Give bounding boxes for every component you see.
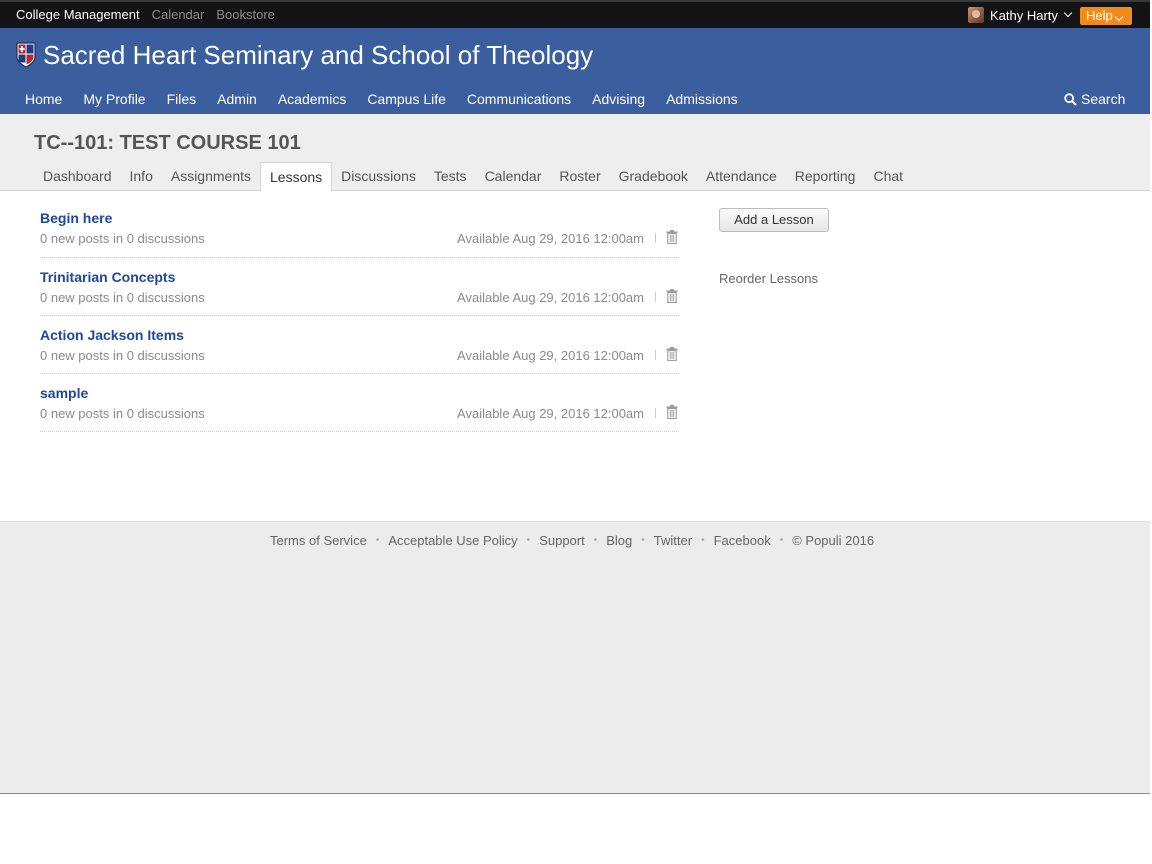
separator-dot: •: [375, 535, 380, 546]
lesson-title-link[interactable]: sample: [40, 385, 88, 401]
lesson-title-link[interactable]: Begin here: [40, 210, 112, 226]
page: College Management Calendar Bookstore Ka…: [0, 0, 1150, 864]
nav-admin[interactable]: Admin: [217, 91, 257, 107]
top-links: College Management Calendar Bookstore: [16, 7, 275, 22]
footer: Terms of Service • Acceptable Use Policy…: [0, 521, 1150, 794]
school-crest-icon: [16, 42, 36, 68]
nav-my-profile[interactable]: My Profile: [83, 91, 145, 107]
nav-academics[interactable]: Academics: [278, 91, 346, 107]
site-header: Sacred Heart Seminary and School of Theo…: [0, 28, 1150, 114]
footer-link-twitter[interactable]: Twitter: [654, 533, 692, 548]
nav-admissions[interactable]: Admissions: [666, 91, 738, 107]
tab-tests[interactable]: Tests: [425, 162, 476, 191]
separator-dot: •: [526, 535, 531, 546]
chevron-down-icon: [1114, 12, 1123, 22]
main-nav: Home My Profile Files Admin Academics Ca…: [25, 91, 738, 107]
lesson-availability: Available Aug 29, 2016 12:00am: [457, 348, 644, 363]
nav-home[interactable]: Home: [25, 91, 62, 107]
footer-link-terms[interactable]: Terms of Service: [270, 533, 367, 548]
tab-dashboard[interactable]: Dashboard: [34, 162, 121, 191]
lesson-title-link[interactable]: Trinitarian Concepts: [40, 269, 175, 285]
tab-discussions[interactable]: Discussions: [332, 162, 425, 191]
search-icon: [1064, 92, 1077, 106]
lesson-availability: Available Aug 29, 2016 12:00am: [457, 231, 644, 246]
lesson-availability: Available Aug 29, 2016 12:00am: [457, 290, 644, 305]
trash-icon[interactable]: [666, 405, 678, 419]
user-name: Kathy Harty: [990, 7, 1058, 23]
divider: [655, 233, 656, 243]
footer-link-blog[interactable]: Blog: [606, 533, 632, 548]
divider: [655, 408, 656, 418]
tab-reporting[interactable]: Reporting: [786, 162, 865, 191]
top-link-bookstore[interactable]: Bookstore: [216, 7, 275, 22]
lesson-posts: 0 new posts in 0 discussions: [40, 348, 205, 363]
lesson-posts: 0 new posts in 0 discussions: [40, 231, 205, 246]
lesson-availability: Available Aug 29, 2016 12:00am: [457, 406, 644, 421]
avatar: [968, 7, 984, 23]
help-button[interactable]: Help: [1080, 7, 1132, 25]
lesson-posts: 0 new posts in 0 discussions: [40, 406, 205, 421]
trash-icon[interactable]: [666, 289, 678, 303]
footer-link-facebook[interactable]: Facebook: [714, 533, 771, 548]
add-lesson-button[interactable]: Add a Lesson: [719, 208, 829, 232]
divider: [655, 292, 656, 302]
tab-assignments[interactable]: Assignments: [162, 162, 260, 191]
search-link[interactable]: Search: [1064, 91, 1125, 107]
lesson-posts: 0 new posts in 0 discussions: [40, 290, 205, 305]
list-item: Begin here 0 new posts in 0 discussions …: [40, 208, 679, 258]
trash-icon[interactable]: [666, 347, 678, 361]
nav-campus-life[interactable]: Campus Life: [367, 91, 446, 107]
list-item: sample 0 new posts in 0 discussions Avai…: [40, 374, 679, 432]
footer-link-support[interactable]: Support: [539, 533, 585, 548]
tab-attendance[interactable]: Attendance: [697, 162, 786, 191]
search-label: Search: [1081, 91, 1126, 107]
course-tabs: Dashboard Info Assignments Lessons Discu…: [34, 162, 912, 192]
list-item: Action Jackson Items 0 new posts in 0 di…: [40, 316, 679, 374]
course-header: TC--101: TEST COURSE 101 Dashboard Info …: [0, 114, 1150, 192]
course-title: TC--101: TEST COURSE 101: [34, 132, 301, 154]
list-item: Trinitarian Concepts 0 new posts in 0 di…: [40, 258, 679, 316]
footer-link-aup[interactable]: Acceptable Use Policy: [388, 533, 517, 548]
tab-chat[interactable]: Chat: [864, 162, 912, 191]
tab-gradebook[interactable]: Gradebook: [610, 162, 697, 191]
user-menu[interactable]: Kathy Harty: [968, 7, 1073, 23]
tab-lessons[interactable]: Lessons: [260, 162, 333, 192]
lesson-title-link[interactable]: Action Jackson Items: [40, 327, 184, 343]
reorder-lessons-link[interactable]: Reorder Lessons: [719, 271, 818, 286]
top-link-calendar[interactable]: Calendar: [152, 7, 205, 22]
tab-info[interactable]: Info: [121, 162, 162, 191]
separator-dot: •: [701, 535, 705, 546]
separator-dot: •: [593, 535, 598, 546]
nav-advising[interactable]: Advising: [592, 91, 645, 107]
divider: [655, 350, 656, 360]
copyright: © Populi 2016: [792, 533, 875, 548]
school-name[interactable]: Sacred Heart Seminary and School of Theo…: [43, 40, 593, 71]
chevron-down-icon: [1063, 8, 1073, 18]
separator-dot: •: [641, 535, 645, 546]
tab-roster[interactable]: Roster: [550, 162, 609, 191]
nav-files[interactable]: Files: [167, 91, 197, 107]
tab-calendar[interactable]: Calendar: [476, 162, 551, 191]
lessons-list: Begin here 0 new posts in 0 discussions …: [40, 208, 679, 432]
trash-icon[interactable]: [666, 230, 678, 244]
top-bar: College Management Calendar Bookstore Ka…: [0, 0, 1150, 28]
footer-links: Terms of Service • Acceptable Use Policy…: [270, 533, 874, 548]
help-label: Help: [1086, 8, 1113, 23]
top-link-college-management[interactable]: College Management: [16, 7, 140, 22]
nav-communications[interactable]: Communications: [467, 91, 571, 107]
separator-dot: •: [779, 535, 784, 546]
